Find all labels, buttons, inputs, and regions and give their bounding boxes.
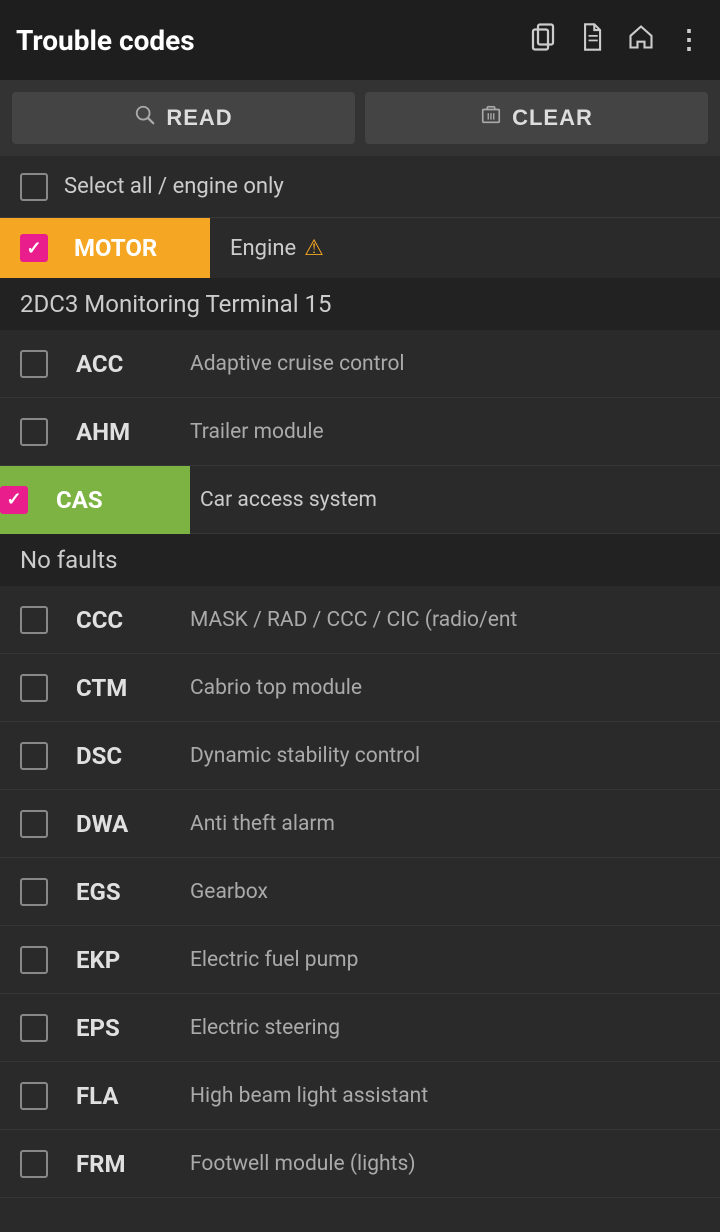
- ctm-desc: Cabrio top module: [180, 676, 362, 700]
- no-faults-text: No faults: [20, 546, 117, 574]
- item-badge-cas: CAS: [0, 466, 190, 534]
- dwa-desc: Anti theft alarm: [180, 812, 335, 836]
- motor-desc-text: Engine: [230, 236, 296, 261]
- select-all-checkbox[interactable]: [20, 173, 48, 201]
- dwa-checkbox[interactable]: [20, 810, 48, 838]
- header-icons: ⋮: [528, 22, 704, 59]
- item-badge-ahm: AHM: [20, 418, 180, 446]
- list-item[interactable]: FLA High beam light assistant: [0, 1062, 720, 1130]
- eps-desc: Electric steering: [180, 1016, 340, 1040]
- dsc-checkbox[interactable]: [20, 742, 48, 770]
- item-badge-ccc: CCC: [20, 606, 180, 634]
- ccc-code: CCC: [76, 606, 123, 634]
- list-item[interactable]: EGS Gearbox: [0, 858, 720, 926]
- home-icon[interactable]: [626, 23, 656, 58]
- app-header: Trouble codes ⋮: [0, 0, 720, 80]
- list-item-cas[interactable]: CAS Car access system: [0, 466, 720, 534]
- items-list: ACC Adaptive cruise control AHM Trailer …: [0, 330, 720, 1198]
- search-icon: [134, 104, 156, 132]
- cas-code: CAS: [56, 486, 103, 514]
- read-button[interactable]: READ: [12, 92, 355, 144]
- motor-description: Engine ⚠: [210, 236, 344, 261]
- cas-desc: Car access system: [170, 488, 377, 512]
- copy-icon[interactable]: [528, 22, 558, 59]
- item-badge-frm: FRM: [20, 1150, 180, 1178]
- acc-checkbox[interactable]: [20, 350, 48, 378]
- delete-icon: [480, 104, 502, 132]
- frm-desc: Footwell module (lights): [180, 1152, 416, 1176]
- motor-badge[interactable]: MOTOR: [0, 218, 210, 278]
- clear-label: CLEAR: [512, 105, 593, 131]
- fla-checkbox[interactable]: [20, 1082, 48, 1110]
- ahm-code: AHM: [76, 418, 130, 446]
- cas-checkbox[interactable]: [0, 486, 28, 514]
- ahm-desc: Trailer module: [180, 420, 324, 444]
- more-icon[interactable]: ⋮: [676, 25, 704, 55]
- dsc-code: DSC: [76, 742, 122, 770]
- item-badge-eps: EPS: [20, 1014, 180, 1042]
- ctm-code: CTM: [76, 674, 127, 702]
- eps-code: EPS: [76, 1014, 120, 1042]
- clear-button[interactable]: CLEAR: [365, 92, 708, 144]
- list-item[interactable]: ACC Adaptive cruise control: [0, 330, 720, 398]
- egs-checkbox[interactable]: [20, 878, 48, 906]
- toolbar: READ CLEAR: [0, 80, 720, 156]
- select-all-label: Select all / engine only: [64, 174, 284, 199]
- item-badge-fla: FLA: [20, 1082, 180, 1110]
- list-item[interactable]: DSC Dynamic stability control: [0, 722, 720, 790]
- egs-desc: Gearbox: [180, 880, 268, 904]
- ahm-checkbox[interactable]: [20, 418, 48, 446]
- ccc-desc: MASK / RAD / CCC / CIC (radio/ent: [180, 608, 517, 632]
- motor-module-header[interactable]: MOTOR Engine ⚠: [0, 218, 720, 278]
- document-icon[interactable]: [578, 22, 606, 59]
- no-faults-banner: No faults: [0, 534, 720, 586]
- app-title: Trouble codes: [16, 24, 528, 57]
- fla-desc: High beam light assistant: [180, 1084, 428, 1108]
- list-item[interactable]: FRM Footwell module (lights): [0, 1130, 720, 1198]
- egs-code: EGS: [76, 878, 121, 906]
- dwa-code: DWA: [76, 810, 128, 838]
- ekp-checkbox[interactable]: [20, 946, 48, 974]
- ccc-checkbox[interactable]: [20, 606, 48, 634]
- list-item[interactable]: CTM Cabrio top module: [0, 654, 720, 722]
- ekp-code: EKP: [76, 946, 120, 974]
- item-badge-egs: EGS: [20, 878, 180, 906]
- select-all-row[interactable]: Select all / engine only: [0, 156, 720, 218]
- read-label: READ: [166, 105, 232, 131]
- ctm-checkbox[interactable]: [20, 674, 48, 702]
- frm-code: FRM: [76, 1150, 126, 1178]
- list-item[interactable]: AHM Trailer module: [0, 398, 720, 466]
- sub-header-text: 2DC3 Monitoring Terminal 15: [20, 290, 332, 318]
- dsc-desc: Dynamic stability control: [180, 744, 420, 768]
- ekp-desc: Electric fuel pump: [180, 948, 358, 972]
- eps-checkbox[interactable]: [20, 1014, 48, 1042]
- item-badge-dsc: DSC: [20, 742, 180, 770]
- list-item[interactable]: EPS Electric steering: [0, 994, 720, 1062]
- list-item[interactable]: CCC MASK / RAD / CCC / CIC (radio/ent: [0, 586, 720, 654]
- acc-code: ACC: [76, 350, 123, 378]
- motor-label: MOTOR: [74, 234, 157, 262]
- warning-icon: ⚠: [304, 236, 324, 261]
- item-badge-dwa: DWA: [20, 810, 180, 838]
- item-badge-ekp: EKP: [20, 946, 180, 974]
- fla-code: FLA: [76, 1082, 119, 1110]
- list-item[interactable]: EKP Electric fuel pump: [0, 926, 720, 994]
- motor-checkbox[interactable]: [20, 234, 48, 262]
- list-item[interactable]: DWA Anti theft alarm: [0, 790, 720, 858]
- acc-desc: Adaptive cruise control: [180, 352, 405, 376]
- item-badge-ctm: CTM: [20, 674, 180, 702]
- item-badge-acc: ACC: [20, 350, 180, 378]
- frm-checkbox[interactable]: [20, 1150, 48, 1178]
- sub-header: 2DC3 Monitoring Terminal 15: [0, 278, 720, 330]
